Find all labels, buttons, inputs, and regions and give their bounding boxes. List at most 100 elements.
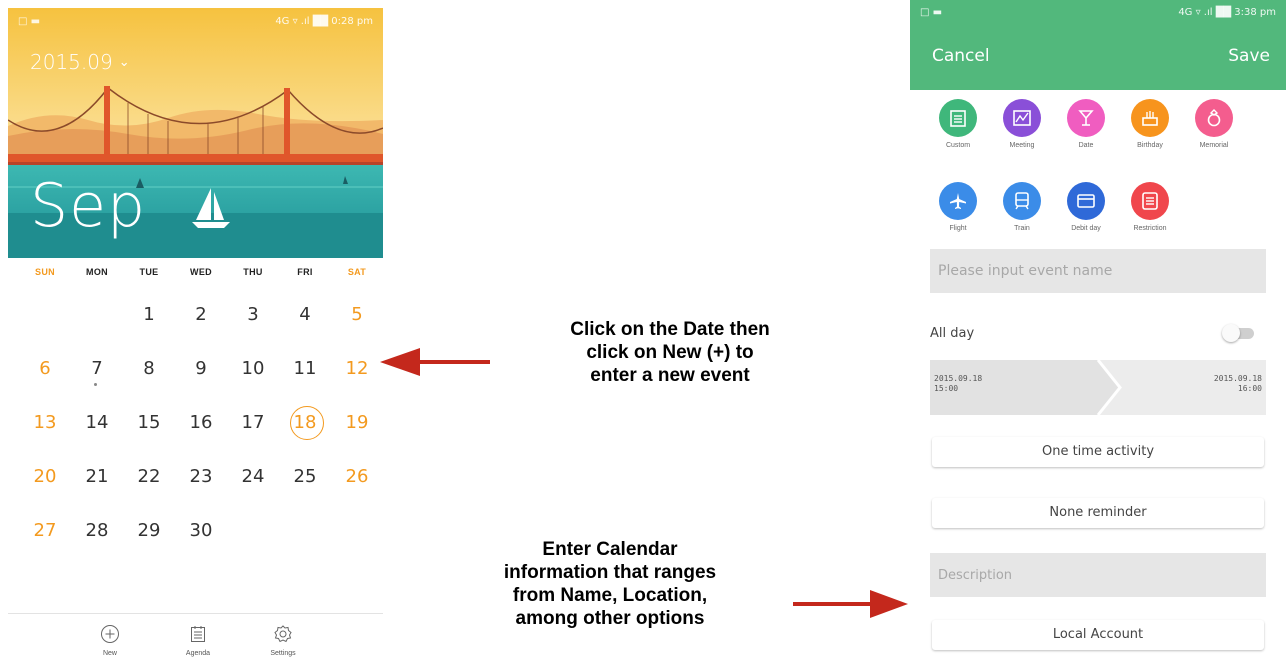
repeat-selector[interactable]: One time activity <box>932 437 1264 467</box>
chart-icon <box>1003 99 1041 137</box>
new-tab-label: New <box>102 650 117 657</box>
day-number: 22 <box>137 466 161 487</box>
calendar-day[interactable]: 5 <box>330 288 383 342</box>
weekday-label: SUN <box>35 267 55 277</box>
day-number: 16 <box>189 412 213 433</box>
weekday-label: THU <box>243 267 263 277</box>
category-label: Birthday <box>1137 142 1163 149</box>
calendar-day[interactable]: 30 <box>174 504 228 558</box>
card-icon <box>1067 182 1105 220</box>
calendar-day[interactable]: 12 <box>330 342 383 396</box>
calendar-day[interactable]: 29 <box>122 504 176 558</box>
calendar-day[interactable]: 7 <box>70 342 124 396</box>
category-custom[interactable]: Custom <box>926 99 990 149</box>
reminder-selector[interactable]: None reminder <box>932 498 1264 528</box>
new-event-button[interactable]: New <box>80 624 140 657</box>
day-number: 13 <box>33 412 57 433</box>
ring-icon <box>1195 99 1233 137</box>
category-label: Flight <box>949 225 967 232</box>
category-flight[interactable]: Flight <box>926 182 990 232</box>
month-banner: □ ▬ 4G ▿ .ıl ██ 0:28 pm 2015.09 ⌄ Sep <box>8 8 383 258</box>
day-number: 21 <box>85 466 109 487</box>
category-restriction[interactable]: Restriction <box>1118 182 1182 232</box>
calendar-day[interactable]: 8 <box>122 342 176 396</box>
weekday-label: MON <box>86 267 108 277</box>
left-pointing-arrow <box>380 348 490 376</box>
calendar-day[interactable]: 25 <box>278 450 332 504</box>
day-number: 27 <box>33 520 57 541</box>
calendar-day[interactable]: 20 <box>18 450 72 504</box>
calendar-day[interactable]: 1 <box>122 288 176 342</box>
calendar-day-today[interactable]: 18 <box>278 396 332 450</box>
category-label: Custom <box>945 142 971 149</box>
calendar-day[interactable]: 19 <box>330 396 383 450</box>
day-number: 5 <box>351 304 363 325</box>
day-number: 14 <box>85 412 109 433</box>
settings-tab-label: Settings <box>270 650 296 657</box>
category-date[interactable]: Date <box>1054 99 1118 149</box>
description-input[interactable] <box>930 553 1266 597</box>
category-meeting[interactable]: Meeting <box>990 99 1054 149</box>
day-number: 7 <box>91 358 103 379</box>
calendar-day[interactable]: 6 <box>18 342 72 396</box>
end-datetime[interactable]: 2015.09.18 16:00 <box>1110 360 1266 415</box>
day-number: 1 <box>143 304 155 325</box>
all-day-toggle[interactable] <box>1222 324 1256 342</box>
save-button[interactable]: Save <box>1228 46 1270 66</box>
calendar-day[interactable]: 16 <box>174 396 228 450</box>
category-memorial[interactable]: Memorial <box>1182 99 1246 149</box>
cancel-button[interactable]: Cancel <box>932 46 990 66</box>
day-number: 10 <box>241 358 265 379</box>
day-number: 20 <box>33 466 57 487</box>
calendar-day[interactable]: 28 <box>70 504 124 558</box>
calendar-day[interactable]: 24 <box>226 450 280 504</box>
day-number: 28 <box>85 520 109 541</box>
calendar-day[interactable]: 23 <box>174 450 228 504</box>
glass-icon <box>1067 99 1105 137</box>
settings-tab[interactable]: Settings <box>253 624 313 657</box>
day-number: 8 <box>143 358 155 379</box>
bottom-tab-bar: New Agenda Settings <box>8 613 383 671</box>
calendar-day[interactable]: 13 <box>18 396 72 450</box>
category-debit-day[interactable]: Debit day <box>1054 182 1118 232</box>
calendar-day[interactable]: 4 <box>278 288 332 342</box>
agenda-tab[interactable]: Agenda <box>168 624 228 657</box>
form-body: Custom Meeting Date Birthday Memorial Flight T… <box>910 90 1286 671</box>
toggle-knob <box>1222 324 1240 342</box>
calendar-grid: 1 2 3 4 5 6 7 8 9 10 11 12 13 14 15 16 17 18 19 20 21 22 23 24 2… <box>8 288 383 618</box>
start-datetime[interactable]: 2015.09.18 15:00 <box>930 360 1110 415</box>
calendar-day[interactable]: 26 <box>330 450 383 504</box>
category-label: Debit day <box>1071 225 1101 232</box>
category-train[interactable]: Train <box>990 182 1054 232</box>
status-bar-left: □ ▬ <box>920 7 943 18</box>
calendar-day[interactable]: 22 <box>122 450 176 504</box>
chevron-down-icon: ⌄ <box>118 55 130 70</box>
weekday-label: WED <box>190 267 212 277</box>
account-selector[interactable]: Local Account <box>932 620 1264 650</box>
calendar-day[interactable]: 3 <box>226 288 280 342</box>
calendar-day[interactable]: 14 <box>70 396 124 450</box>
calendar-day[interactable]: 27 <box>18 504 72 558</box>
event-dot <box>94 383 97 386</box>
info-instruction-note: Enter Calendar information that ranges f… <box>430 538 790 630</box>
agenda-icon <box>191 626 205 642</box>
right-pointing-arrow <box>793 590 908 618</box>
day-number: 25 <box>293 466 317 487</box>
event-name-input[interactable] <box>930 249 1266 293</box>
calendar-day[interactable]: 15 <box>122 396 176 450</box>
weekday-label: TUE <box>139 267 159 277</box>
day-number: 4 <box>299 304 311 325</box>
plane-icon <box>939 182 977 220</box>
calendar-day[interactable]: 17 <box>226 396 280 450</box>
calendar-day[interactable]: 2 <box>174 288 228 342</box>
day-number: 29 <box>137 520 161 541</box>
weekday-label: FRI <box>297 267 313 277</box>
calendar-day[interactable]: 9 <box>174 342 228 396</box>
month-picker[interactable]: 2015.09 ⌄ <box>30 50 130 74</box>
calendar-day[interactable]: 10 <box>226 342 280 396</box>
calendar-day[interactable]: 21 <box>70 450 124 504</box>
start-date: 2015.09.18 <box>934 374 983 383</box>
category-birthday[interactable]: Birthday <box>1118 99 1182 149</box>
calendar-day[interactable]: 11 <box>278 342 332 396</box>
day-number: 2 <box>195 304 207 325</box>
